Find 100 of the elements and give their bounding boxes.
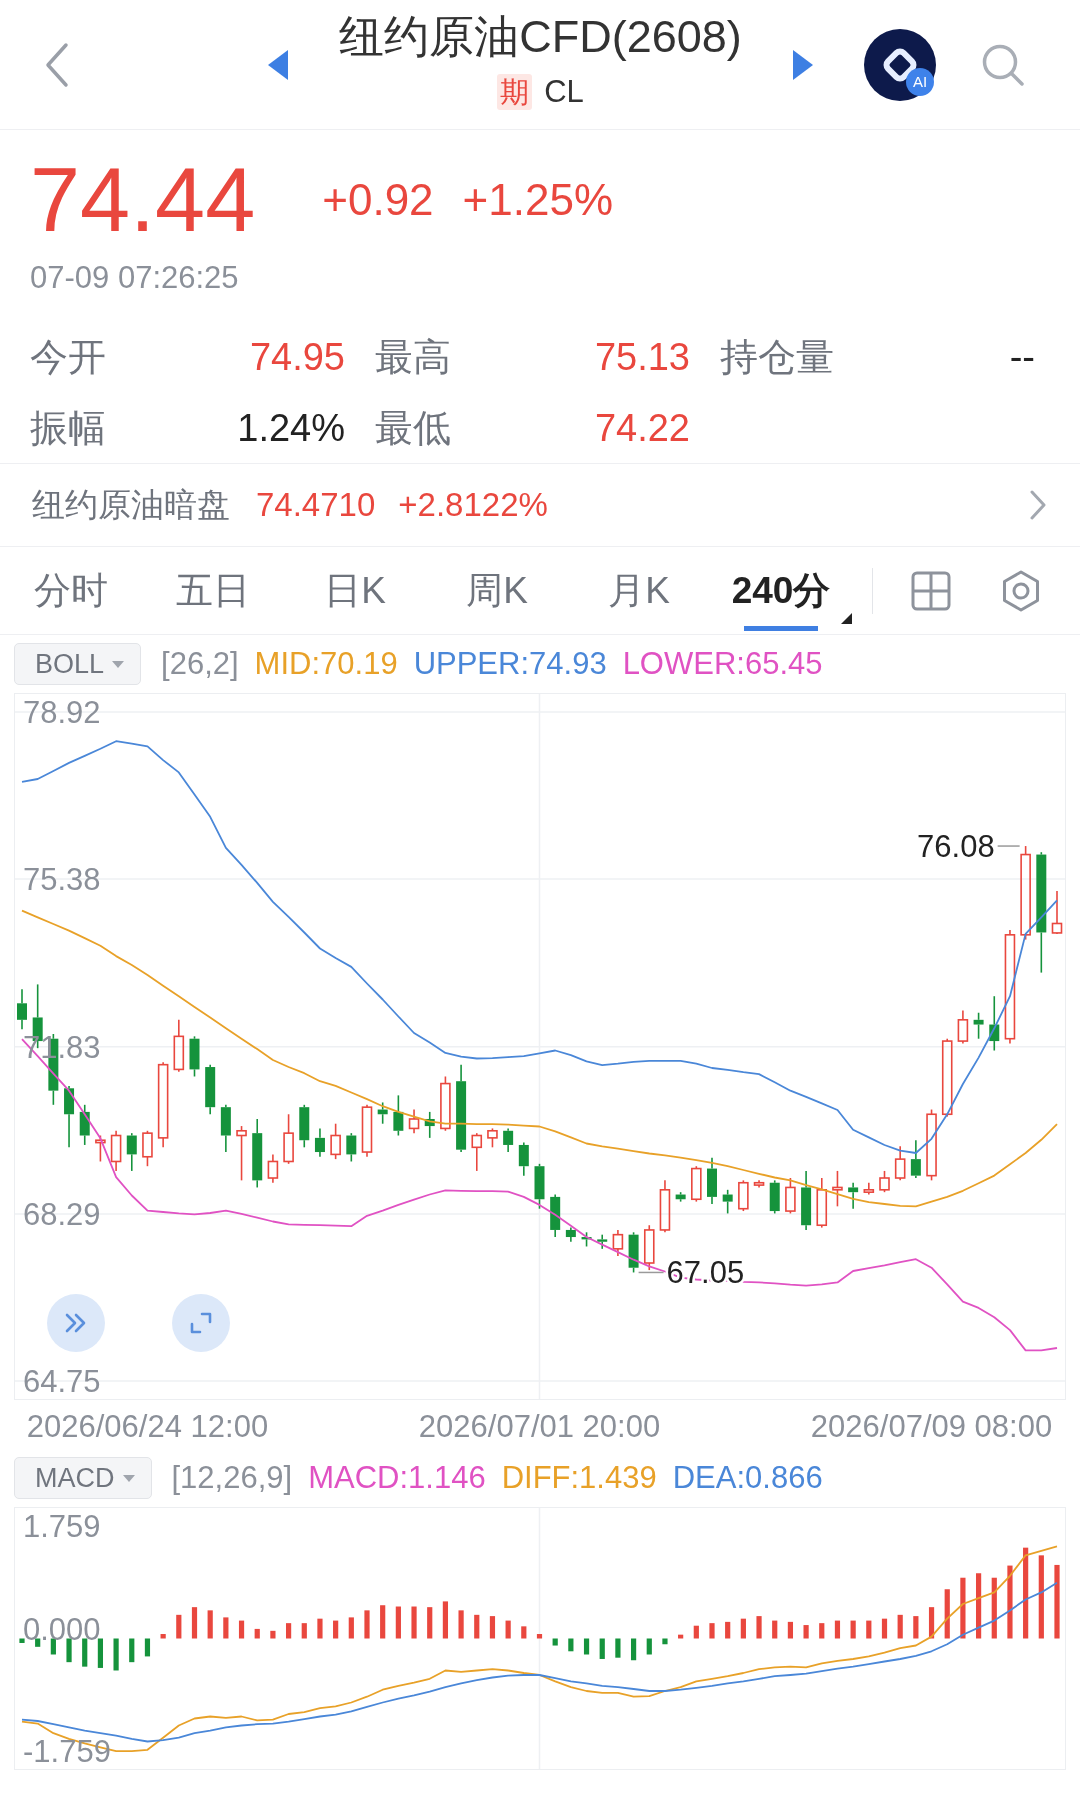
candle: [79, 1104, 90, 1146]
stat-label: 今开: [30, 334, 106, 380]
candle: [722, 1189, 733, 1215]
leader-line: [637, 1271, 665, 1274]
candle: [173, 1019, 185, 1073]
search-icon[interactable]: [981, 42, 1025, 87]
symbol-code: CL: [544, 74, 584, 110]
candle: [424, 1111, 435, 1139]
candle: [550, 1193, 561, 1238]
candle: [518, 1141, 529, 1177]
candle: [95, 1134, 106, 1163]
candle: [628, 1231, 639, 1274]
candle: [346, 1132, 357, 1163]
candle: [707, 1156, 717, 1205]
candle: [612, 1229, 624, 1257]
assistant-logo[interactable]: AI: [864, 28, 936, 101]
indicator-dropdown[interactable]: MACD: [14, 1457, 152, 1499]
candle: [393, 1094, 404, 1137]
candle: [659, 1179, 671, 1234]
candle: [440, 1075, 451, 1132]
stat-value: 74.22: [594, 406, 690, 450]
date-label: 2026/07/01 20:00: [418, 1409, 661, 1445]
grid-icon[interactable]: [911, 570, 951, 611]
axis-label: 68.29: [23, 1196, 101, 1232]
indicator-value: MID:70.19: [254, 646, 398, 682]
period-tab[interactable]: 日K: [284, 547, 426, 634]
candle: [769, 1179, 780, 1215]
candle: [565, 1226, 576, 1243]
percent-change: +1.25%: [462, 175, 614, 225]
candle: [597, 1233, 608, 1250]
period-tab[interactable]: 周K: [426, 547, 568, 634]
candle: [299, 1104, 310, 1149]
right-triangle-icon[interactable]: [793, 49, 813, 80]
candle: [126, 1132, 137, 1172]
candle: [957, 1009, 969, 1045]
candle: [220, 1104, 231, 1153]
axis-label: 0.000: [23, 1611, 101, 1647]
date-label: 2026/07/09 08:00: [810, 1409, 1053, 1445]
indicator-params: [12,26,9]: [171, 1460, 293, 1496]
indicator-value: UPPER:74.93: [413, 646, 607, 682]
left-triangle-icon[interactable]: [268, 49, 288, 80]
axis-label: 1.759: [23, 1509, 101, 1544]
candle: [314, 1127, 325, 1158]
candle: [894, 1145, 906, 1182]
stat-label: 最低: [375, 405, 451, 451]
candle: [503, 1127, 514, 1153]
candle: [910, 1139, 921, 1179]
chevron-right-icon[interactable]: [1029, 489, 1047, 521]
candle: [330, 1122, 341, 1160]
axis-label: 75.38: [23, 862, 101, 898]
quote-time: 07-09 07:26:25: [30, 260, 239, 296]
candle: [816, 1177, 828, 1229]
corner-triangle-icon[interactable]: [841, 613, 852, 624]
stat-value: 1.24%: [237, 406, 345, 450]
stat-value: 75.13: [594, 335, 690, 379]
candle: [267, 1153, 279, 1184]
stat-label: 最高: [375, 334, 451, 380]
candle: [738, 1179, 749, 1212]
candle: [205, 1063, 216, 1116]
candle: [989, 995, 1000, 1052]
axis-label: 64.75: [23, 1364, 101, 1399]
chevron-left-icon[interactable]: [44, 41, 70, 88]
axis-label: -1.759: [23, 1734, 111, 1769]
period-tab[interactable]: 月K: [568, 547, 710, 634]
candle: [189, 1035, 200, 1078]
candle: [785, 1177, 796, 1215]
caret-icon: [122, 1474, 135, 1482]
stat-label: 振幅: [30, 405, 106, 451]
candle: [879, 1170, 890, 1193]
candle: [832, 1170, 843, 1208]
candle: [361, 1104, 373, 1158]
candle: [142, 1130, 153, 1167]
stat-value: --: [1009, 335, 1035, 379]
double-chevron-icon: [64, 1312, 88, 1334]
period-tab[interactable]: 分时: [0, 547, 142, 634]
market-badge: 期: [497, 74, 533, 110]
dark-pool-label: 纽约原油暗盘: [32, 484, 230, 525]
candle: [801, 1170, 812, 1231]
stat-label: 持仓量: [720, 334, 834, 380]
candle: [1051, 890, 1063, 935]
indicator-dropdown[interactable]: BOLL: [14, 643, 142, 685]
candle: [581, 1231, 592, 1248]
candle: [236, 1125, 247, 1182]
ai-badge: AI: [906, 67, 934, 96]
indicator-value: MACD:1.146: [308, 1460, 486, 1496]
expand-icon: [190, 1312, 212, 1334]
candle: [408, 1108, 420, 1134]
period-tab[interactable]: 五日: [142, 547, 284, 634]
candle: [863, 1181, 875, 1196]
candle: [110, 1130, 122, 1172]
candle: [848, 1181, 859, 1210]
axis-label: 78.92: [23, 694, 101, 730]
caret-icon: [112, 660, 125, 668]
leader-line: [996, 845, 1021, 847]
candle: [691, 1165, 702, 1203]
candle: [534, 1163, 545, 1210]
candle: [753, 1179, 765, 1189]
candle: [643, 1224, 655, 1271]
dark-pool-change: +2.8122%: [398, 486, 548, 524]
indicator-value: LOWER:65.45: [622, 646, 823, 682]
